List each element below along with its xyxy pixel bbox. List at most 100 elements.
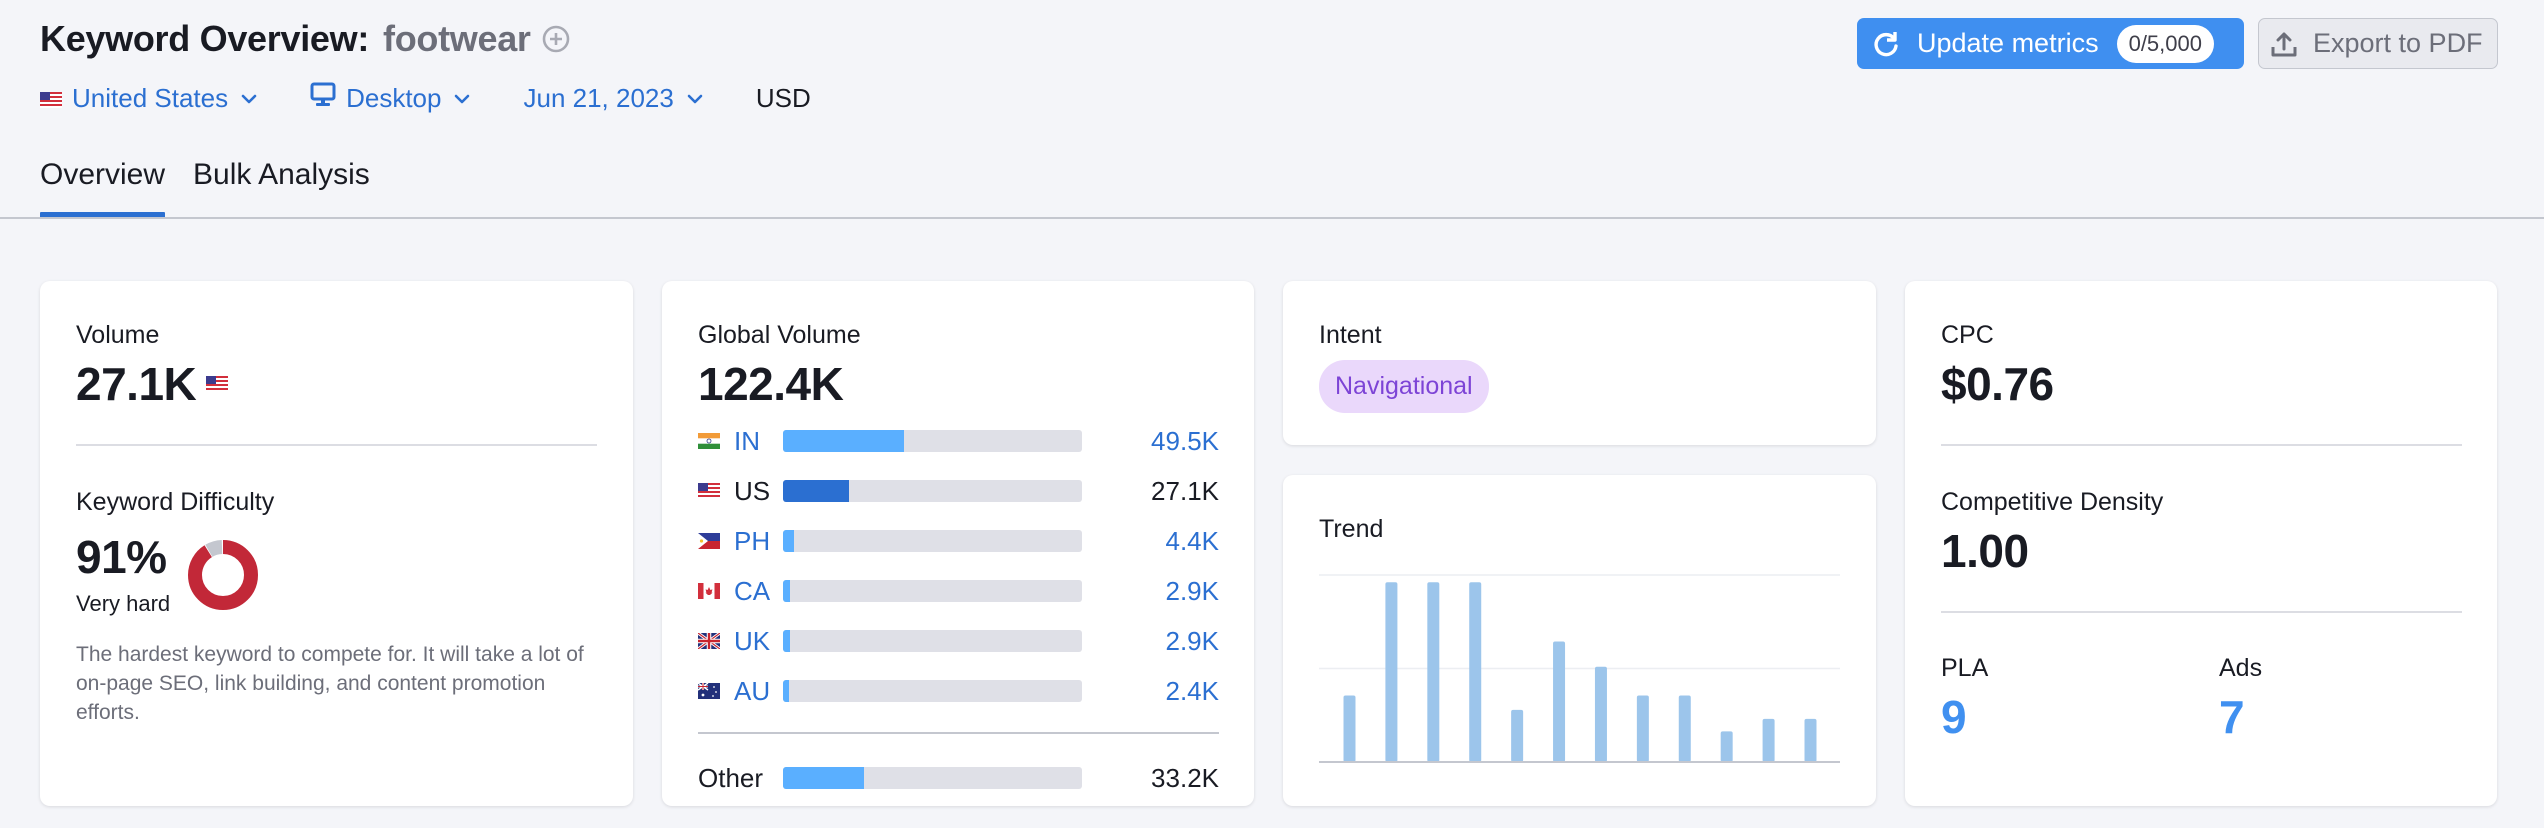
kd-donut-chart	[188, 540, 258, 610]
update-metrics-button[interactable]: Update metrics 0/5,000	[1857, 18, 2244, 69]
device-label: Desktop	[346, 83, 442, 113]
country-volume: 27.1K	[1151, 475, 1219, 506]
plus-circle-icon[interactable]	[541, 24, 571, 54]
export-pdf-button[interactable]: Export to PDF	[2258, 18, 2498, 69]
desktop-icon	[310, 82, 336, 115]
country-selector[interactable]: United States	[40, 83, 258, 114]
cpc-value: $0.76	[1941, 358, 2054, 410]
device-selector[interactable]: Desktop	[310, 82, 471, 115]
volume-value: 27.1K	[76, 358, 197, 410]
update-count-badge: 0/5,000	[2116, 24, 2214, 63]
ads-label: Ads	[2219, 654, 2263, 682]
country-bar	[783, 480, 1082, 502]
country-bar-fill	[783, 630, 791, 652]
kd-rating: Very hard	[76, 591, 171, 616]
kd-label: Keyword Difficulty	[76, 488, 275, 516]
au-flag-icon	[698, 683, 720, 699]
other-value: 33.2K	[1151, 762, 1219, 793]
tab-bulk-analysis[interactable]: Bulk Analysis	[193, 158, 370, 212]
kd-donut-arc	[188, 540, 258, 610]
update-metrics-label: Update metrics	[1917, 28, 2099, 58]
in-flag-icon	[698, 433, 720, 449]
chevron-down-icon	[455, 94, 470, 103]
filters-bar: United States Desktop Jun 21, 2023 USD	[40, 82, 811, 115]
country-bar-fill	[783, 430, 904, 452]
intent-badge-wrap: Navigational	[1319, 360, 1489, 413]
global-volume-card: Global Volume 122.4K IN 49.5K US 27.1K PH 4.4…	[662, 281, 1254, 806]
volume-value-row: 27.1K	[76, 357, 229, 411]
export-pdf-label: Export to PDF	[2313, 28, 2483, 58]
country-bar	[783, 680, 1082, 702]
chevron-down-icon	[241, 94, 257, 103]
ph-flag-icon	[698, 533, 720, 549]
trend-bar[interactable]	[1720, 731, 1733, 762]
trend-bar[interactable]	[1594, 666, 1607, 762]
us-flag-icon	[40, 83, 62, 114]
trend-bar[interactable]	[1427, 582, 1440, 762]
competitive-density-label: Competitive Density	[1941, 488, 2164, 516]
trend-bar[interactable]	[1678, 695, 1691, 762]
global-volume-label: Global Volume	[698, 321, 861, 349]
tab-bar: Overview Bulk Analysis	[40, 158, 398, 218]
volume-divider	[76, 444, 597, 446]
global-volume-value: 122.4K	[698, 358, 844, 410]
ca-flag-icon	[698, 583, 720, 599]
cpc-label: CPC	[1941, 321, 1994, 349]
country-volume[interactable]: 2.9K	[1166, 576, 1220, 607]
country-bar	[783, 530, 1082, 552]
volume-card: Volume 27.1K Keyword Difficulty 91% Very…	[40, 281, 633, 806]
refresh-icon	[1874, 31, 1898, 56]
trend-bar[interactable]	[1343, 695, 1356, 762]
intent-badge[interactable]: Navigational	[1319, 360, 1489, 413]
country-row-in: IN 49.5K	[698, 424, 1219, 458]
kd-description: The hardest keyword to compete for. It w…	[76, 643, 584, 724]
page-title: Keyword Overview: footwear	[40, 18, 571, 60]
country-volume[interactable]: 4.4K	[1166, 526, 1220, 557]
uk-flag-icon	[698, 633, 720, 649]
country-bar-fill	[783, 680, 789, 702]
other-label: Other	[698, 762, 764, 793]
country-volume[interactable]: 2.4K	[1166, 676, 1220, 707]
pla-value[interactable]: 9	[1941, 690, 1967, 744]
trend-bar[interactable]	[1511, 709, 1524, 762]
country-bar-fill	[783, 530, 794, 552]
date-selector[interactable]: Jun 21, 2023	[523, 83, 703, 114]
competitive-density-value: 1.00	[1941, 525, 2029, 577]
keyword-text: footwear	[383, 18, 531, 59]
date-label: Jun 21, 2023	[523, 83, 674, 113]
trend-bar[interactable]	[1636, 695, 1649, 762]
intent-card: Intent Navigational	[1283, 281, 1876, 445]
cpc-card: CPC $0.76 Competitive Density 1.00 PLA 9…	[1905, 281, 2497, 806]
trend-bar[interactable]	[1553, 641, 1566, 762]
country-row-ph: PH 4.4K	[698, 524, 1219, 558]
trend-bar[interactable]	[1385, 582, 1398, 762]
country-bar	[783, 430, 1082, 452]
other-bar	[783, 767, 1082, 789]
density-divider	[1941, 611, 2462, 613]
us-flag-icon	[206, 376, 229, 392]
currency-label: USD	[755, 83, 811, 113]
upload-icon	[2271, 32, 2297, 56]
cpc-divider	[1941, 444, 2462, 446]
tab-overview[interactable]: Overview	[40, 158, 166, 218]
pla-label: PLA	[1941, 654, 1989, 682]
country-row-au: AU 2.4K	[698, 674, 1219, 708]
country-bar	[783, 580, 1082, 602]
country-row-us: US 27.1K	[698, 474, 1219, 508]
ads-value[interactable]: 7	[2219, 690, 2245, 744]
country-volume[interactable]: 49.5K	[1151, 426, 1219, 457]
trend-bar[interactable]	[1469, 582, 1482, 762]
us-flag-icon	[698, 483, 720, 499]
volume-label: Volume	[76, 321, 160, 349]
trend-card: Trend	[1283, 475, 1876, 806]
other-bar-fill	[783, 767, 865, 789]
other-divider	[698, 732, 1219, 734]
tabs-divider	[0, 217, 2544, 219]
page-title-label: Keyword Overview:	[40, 18, 370, 59]
country-label: United States	[72, 83, 229, 113]
country-bar-fill	[783, 480, 850, 502]
country-volume[interactable]: 2.9K	[1166, 626, 1220, 657]
country-row-other: Other 33.2K	[698, 761, 1219, 795]
trend-bar[interactable]	[1804, 718, 1817, 762]
trend-bar[interactable]	[1762, 718, 1775, 762]
